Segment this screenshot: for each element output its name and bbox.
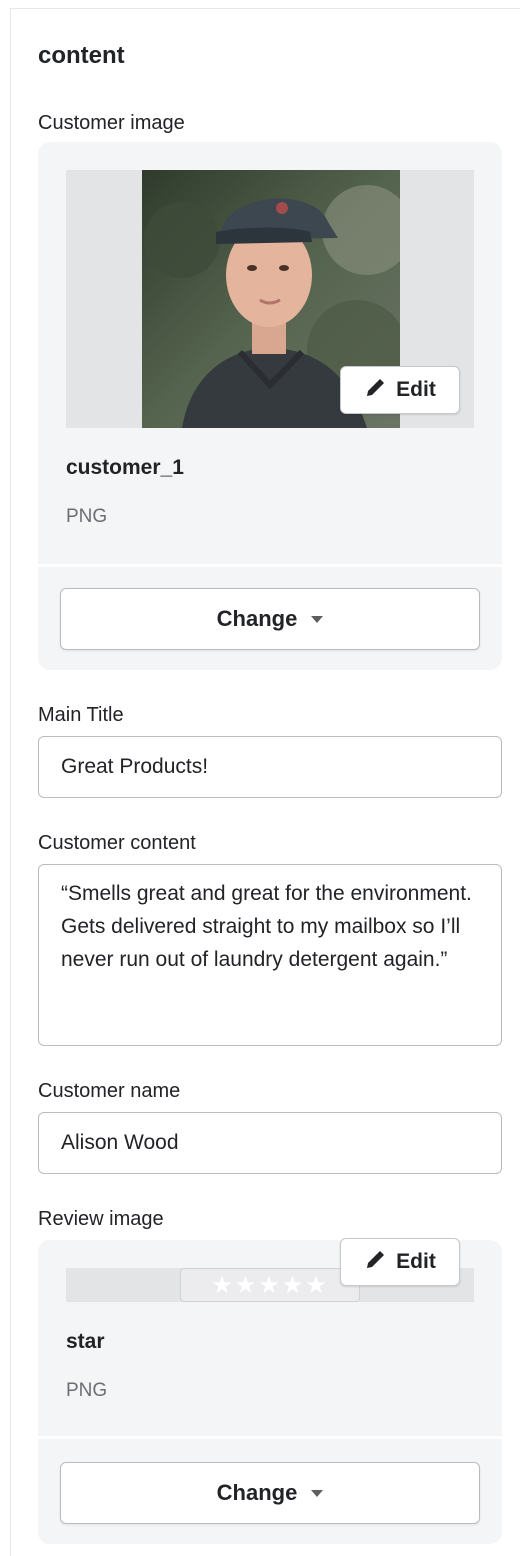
customer-image-label: Customer image bbox=[38, 112, 185, 134]
review-image-file-name: star bbox=[66, 1330, 105, 1353]
change-label: Change bbox=[216, 1480, 298, 1505]
main-title-value: Great Products! bbox=[61, 755, 209, 778]
review-image-card: ★★★★★ Edit star PNG Change bbox=[38, 1238, 502, 1544]
customer-image-change-button[interactable]: Change bbox=[60, 588, 480, 650]
main-title-label: Main Title bbox=[38, 704, 124, 726]
caret-down-icon bbox=[311, 615, 324, 623]
main-title-input[interactable]: Great Products! bbox=[38, 736, 502, 798]
card-divider bbox=[38, 564, 502, 567]
customer-image-edit-button[interactable]: Edit bbox=[340, 366, 460, 414]
review-image-edit-button[interactable]: Edit bbox=[340, 1238, 460, 1286]
customer-name-input[interactable]: Alison Wood bbox=[38, 1112, 502, 1174]
customer-name-label: Customer name bbox=[38, 1080, 181, 1102]
star-rating-image[interactable]: ★★★★★ bbox=[180, 1268, 360, 1302]
customer-name-value: Alison Wood bbox=[61, 1131, 179, 1154]
customer-content-textarea[interactable]: “Smells great and great for the environm… bbox=[38, 864, 502, 1046]
customer-content-label: Customer content bbox=[38, 832, 196, 854]
review-image-label: Review image bbox=[38, 1208, 164, 1230]
customer-image-card: Edit customer_1 PNG Change bbox=[38, 142, 502, 670]
change-label: Change bbox=[216, 606, 298, 631]
review-image-file-type: PNG bbox=[66, 1380, 108, 1401]
edit-label: Edit bbox=[396, 1250, 436, 1273]
image-preview-area: Edit bbox=[66, 170, 474, 428]
caret-down-icon bbox=[311, 1489, 324, 1497]
customer-content-value: “Smells great and great for the environm… bbox=[61, 882, 472, 971]
pencil-icon bbox=[364, 375, 388, 405]
section-title: content bbox=[38, 42, 125, 69]
card-divider bbox=[38, 1436, 502, 1439]
customer-image-file-name: customer_1 bbox=[66, 456, 184, 479]
edit-label: Edit bbox=[396, 378, 436, 401]
customer-image-file-type: PNG bbox=[66, 506, 108, 527]
review-image-change-button[interactable]: Change bbox=[60, 1462, 480, 1524]
pencil-icon bbox=[364, 1247, 388, 1277]
